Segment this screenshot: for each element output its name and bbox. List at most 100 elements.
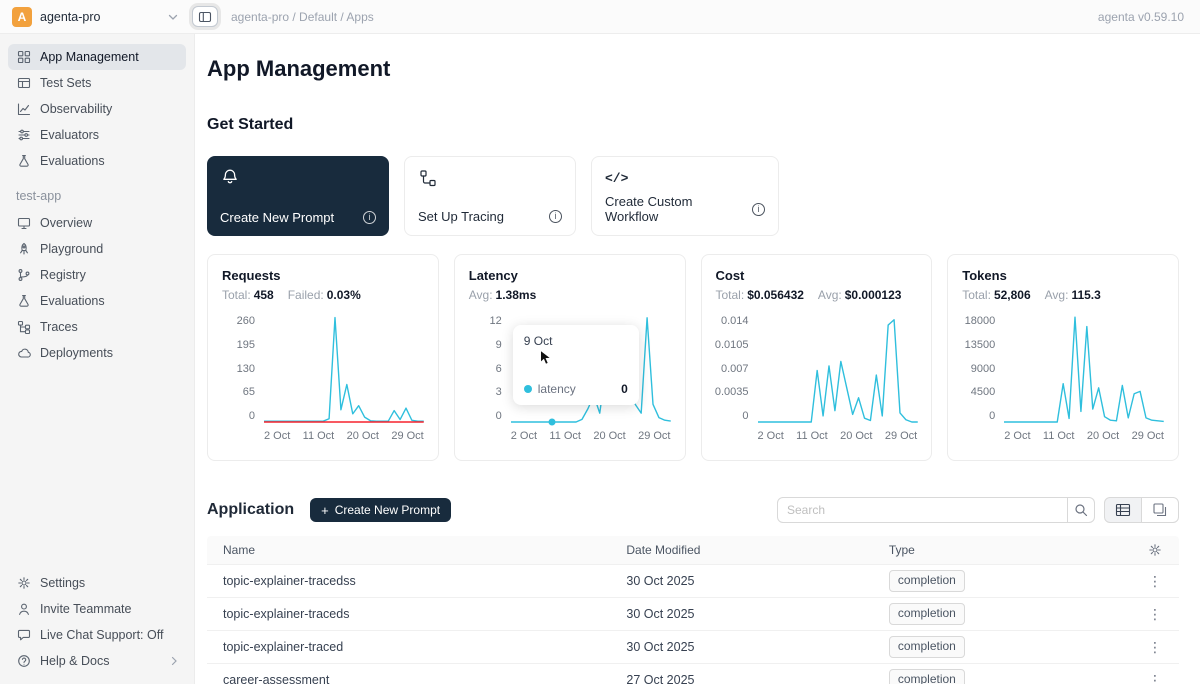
workspace-avatar: A <box>12 7 32 27</box>
x-tick-label: 29 Oct <box>885 430 917 442</box>
y-tick-label: 13500 <box>965 340 996 351</box>
apps-table: Name Date Modified Type topic-explainer-… <box>207 536 1179 684</box>
x-tick-label: 29 Oct <box>638 430 670 442</box>
sidebar-item-settings[interactable]: Settings <box>8 570 186 596</box>
create-new-prompt-card[interactable]: Create New Prompt i <box>207 156 389 236</box>
sidebar-item-test-sets[interactable]: Test Sets <box>8 70 186 96</box>
sidebar-toggle-button[interactable] <box>192 6 218 27</box>
app-name: topic-explainer-tracedss <box>207 574 610 588</box>
tokens-metric-card: Tokens Total:52,806 Avg:115.3 1800013500… <box>947 254 1179 461</box>
mouse-cursor-icon <box>539 349 552 366</box>
x-tick-label: 11 Oct <box>549 430 581 442</box>
application-header-row: Application + Create New Prompt <box>207 497 1179 523</box>
breadcrumb[interactable]: agenta-pro / Default / Apps <box>231 10 374 24</box>
sidebar-item-evaluations-app[interactable]: Evaluations <box>8 288 186 314</box>
row-menu-button[interactable]: ⋮ <box>1131 606 1179 623</box>
sidebar-item-app-management[interactable]: App Management <box>8 44 186 70</box>
y-tick-label: 130 <box>237 364 255 375</box>
search-input[interactable] <box>777 497 1068 523</box>
cost-chart[interactable] <box>758 316 918 422</box>
y-tick-label: 0.014 <box>721 316 749 327</box>
x-tick-label: 20 Oct <box>593 430 625 442</box>
info-icon[interactable]: i <box>549 210 562 223</box>
sidebar-item-help-docs[interactable]: Help & Docs <box>8 648 186 674</box>
create-new-prompt-button[interactable]: + Create New Prompt <box>310 498 451 522</box>
sidebar-item-overview[interactable]: Overview <box>8 210 186 236</box>
metric-title: Requests <box>222 268 424 283</box>
y-tick-label: 0.007 <box>721 364 749 375</box>
table-view-button[interactable] <box>1104 497 1142 523</box>
search-button[interactable] <box>1068 497 1095 523</box>
table-row[interactable]: topic-explainer-traced 30 Oct 2025 compl… <box>207 631 1179 664</box>
question-circle-icon <box>16 654 31 668</box>
sidebar-item-live-chat-support[interactable]: Live Chat Support: Off <box>8 622 186 648</box>
sidebar-item-label: Test Sets <box>40 76 91 90</box>
set-up-tracing-card[interactable]: Set Up Tracing i <box>404 156 576 236</box>
sidebar-item-evaluations[interactable]: Evaluations <box>8 148 186 174</box>
row-menu-button[interactable]: ⋮ <box>1131 639 1179 656</box>
get-started-cards: Create New Prompt i Set Up Tracing i </>… <box>207 156 1179 236</box>
x-tick-label: 29 Oct <box>1132 430 1164 442</box>
table-view-icon <box>1115 502 1131 518</box>
table-row[interactable]: topic-explainer-traceds 30 Oct 2025 comp… <box>207 598 1179 631</box>
card-view-button[interactable] <box>1141 497 1179 523</box>
tooltip-series-name: latency <box>538 382 576 396</box>
row-menu-button[interactable]: ⋮ <box>1131 573 1179 590</box>
date-modified: 27 Oct 2025 <box>610 673 872 684</box>
metric-title: Cost <box>716 268 918 283</box>
requests-metric-card: Requests Total:458 Failed:0.03% 26019513… <box>207 254 439 461</box>
metric-stats: Total:52,806 Avg:115.3 <box>962 288 1164 302</box>
y-tick-label: 0.0035 <box>715 387 749 398</box>
x-axis-labels: 2 Oct11 Oct20 Oct29 Oct <box>264 430 424 442</box>
metric-stats: Total:$0.056432 Avg:$0.000123 <box>716 288 918 302</box>
x-tick-label: 2 Oct <box>1004 430 1030 442</box>
sidebar-item-evaluators[interactable]: Evaluators <box>8 122 186 148</box>
date-modified: 30 Oct 2025 <box>610 574 872 588</box>
stat-label: Total: <box>962 288 991 302</box>
grid-icon <box>16 50 31 64</box>
sidebar-item-playground[interactable]: Playground <box>8 236 186 262</box>
y-axis-labels: 1800013500900045000 <box>962 316 1004 422</box>
latency-metric-card: Latency Avg:1.38ms 129630 2 Oct11 Oct20 … <box>454 254 686 461</box>
table-row[interactable]: topic-explainer-tracedss 30 Oct 2025 com… <box>207 565 1179 598</box>
info-icon[interactable]: i <box>752 203 765 216</box>
create-button-label: Create New Prompt <box>335 503 440 517</box>
app-type: completion <box>873 603 1131 625</box>
info-icon[interactable]: i <box>363 211 376 224</box>
metric-title: Tokens <box>962 268 1164 283</box>
sidebar-item-registry[interactable]: Registry <box>8 262 186 288</box>
sidebar: App Management Test Sets Observability E… <box>0 34 195 684</box>
column-header-date-modified: Date Modified <box>610 543 872 557</box>
sidebar-item-traces[interactable]: Traces <box>8 314 186 340</box>
row-menu-button[interactable]: ⋮ <box>1131 672 1179 684</box>
create-custom-workflow-card[interactable]: </> Create Custom Workflow i <box>591 156 779 236</box>
sidebar-item-label: Invite Teammate <box>40 602 131 616</box>
tooltip-value: 0 <box>621 382 628 396</box>
date-modified: 30 Oct 2025 <box>610 640 872 654</box>
x-tick-label: 2 Oct <box>511 430 537 442</box>
sidebar-item-label: Deployments <box>40 346 113 360</box>
column-header-name: Name <box>207 543 610 557</box>
stat-value: $0.000123 <box>845 288 902 302</box>
top-bar: A agenta-pro agenta-pro / Default / Apps… <box>0 0 1200 34</box>
stat-label: Avg: <box>1045 288 1069 302</box>
sidebar-item-label: Evaluations <box>40 154 105 168</box>
card-label: Create Custom Workflow <box>605 194 744 224</box>
flask-icon <box>16 294 31 308</box>
stat-label: Avg: <box>818 288 842 302</box>
tokens-chart[interactable] <box>1004 316 1164 422</box>
table-row[interactable]: career-assessment 27 Oct 2025 completion… <box>207 664 1179 684</box>
table-header: Name Date Modified Type <box>207 536 1179 565</box>
workspace-selector[interactable]: A agenta-pro <box>0 7 186 27</box>
sidebar-item-deployments[interactable]: Deployments <box>8 340 186 366</box>
y-axis-labels: 260195130650 <box>222 316 264 422</box>
app-type: completion <box>873 570 1131 592</box>
code-icon: </> <box>605 168 625 188</box>
sidebar-item-invite-teammate[interactable]: Invite Teammate <box>8 596 186 622</box>
sidebar-item-observability[interactable]: Observability <box>8 96 186 122</box>
sidebar-item-label: Traces <box>40 320 78 334</box>
requests-chart[interactable] <box>264 316 424 422</box>
y-tick-label: 9000 <box>971 364 995 375</box>
table-settings-button[interactable] <box>1131 543 1179 557</box>
stat-label: Total: <box>716 288 745 302</box>
